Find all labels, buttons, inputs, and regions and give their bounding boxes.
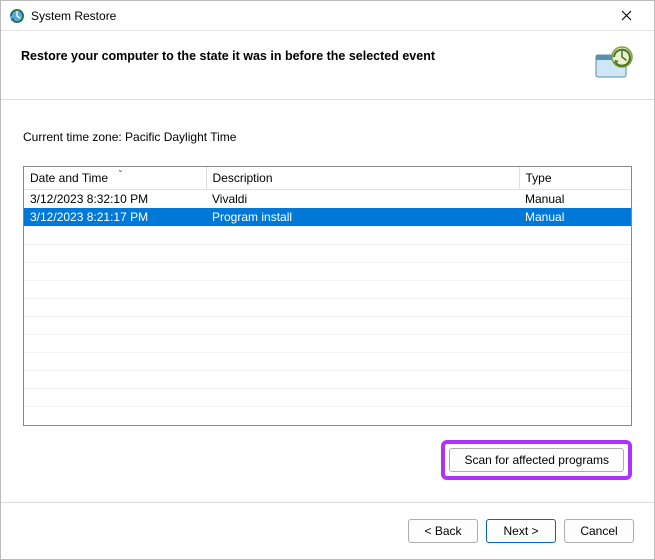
table-row-empty (24, 371, 631, 389)
system-restore-dialog: System Restore Restore your computer to … (0, 0, 655, 560)
table-row-empty (24, 263, 631, 281)
next-button[interactable]: Next > (486, 519, 556, 543)
scan-row: Scan for affected programs (23, 440, 632, 480)
header: Restore your computer to the state it wa… (1, 31, 654, 100)
sort-caret-icon: ⌄ (117, 166, 124, 174)
table-row[interactable]: 3/12/2023 8:32:10 PMVivaldiManual (24, 190, 631, 209)
table-row-empty (24, 245, 631, 263)
cell-desc: Vivaldi (206, 190, 519, 209)
table-row-empty (24, 389, 631, 407)
restore-hero-icon (590, 45, 634, 85)
col-header-description[interactable]: Description (206, 167, 519, 190)
restore-points-table[interactable]: Date and Time ⌄ Description Type 3/12/20… (23, 166, 632, 426)
scan-affected-programs-button[interactable]: Scan for affected programs (449, 448, 624, 472)
window-title: System Restore (31, 9, 606, 23)
close-button[interactable] (606, 2, 646, 30)
titlebar: System Restore (1, 1, 654, 31)
table-row-empty (24, 335, 631, 353)
table-row-empty (24, 353, 631, 371)
cancel-button[interactable]: Cancel (564, 519, 634, 543)
cell-type: Manual (519, 190, 631, 209)
table-row-empty (24, 281, 631, 299)
col-header-type[interactable]: Type (519, 167, 631, 190)
page-heading: Restore your computer to the state it wa… (21, 49, 435, 63)
cell-desc: Program install (206, 208, 519, 227)
table-row[interactable]: 3/12/2023 8:21:17 PMProgram installManua… (24, 208, 631, 227)
table-row-empty (24, 317, 631, 335)
back-button[interactable]: < Back (408, 519, 478, 543)
restore-icon (9, 8, 25, 24)
table-row-empty (24, 299, 631, 317)
cell-date: 3/12/2023 8:32:10 PM (24, 190, 206, 209)
content-area: Current time zone: Pacific Daylight Time… (1, 100, 654, 502)
footer-nav: < Back Next > Cancel (1, 502, 654, 559)
table-row-empty (24, 227, 631, 245)
cell-date: 3/12/2023 8:21:17 PM (24, 208, 206, 227)
col-header-date[interactable]: Date and Time ⌄ (24, 167, 206, 190)
table-row-empty (24, 407, 631, 425)
cell-type: Manual (519, 208, 631, 227)
annotation-highlight: Scan for affected programs (441, 440, 632, 480)
timezone-label: Current time zone: Pacific Daylight Time (23, 130, 632, 144)
